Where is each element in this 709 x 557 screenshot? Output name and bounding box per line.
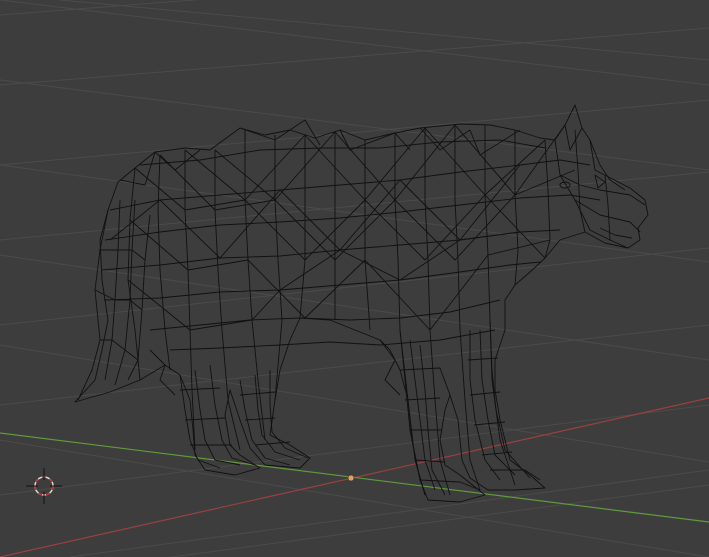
- wolf-body-outline: [74, 104, 649, 503]
- y-axis-line: [0, 432, 709, 523]
- floor-grid: [0, 0, 709, 557]
- 3d-viewport[interactable]: [0, 0, 709, 557]
- viewport-canvas[interactable]: [0, 0, 709, 557]
- object-origin-point[interactable]: [347, 474, 355, 482]
- wolf-wireframe-mesh[interactable]: [74, 104, 649, 503]
- 3d-cursor-icon[interactable]: [26, 468, 62, 504]
